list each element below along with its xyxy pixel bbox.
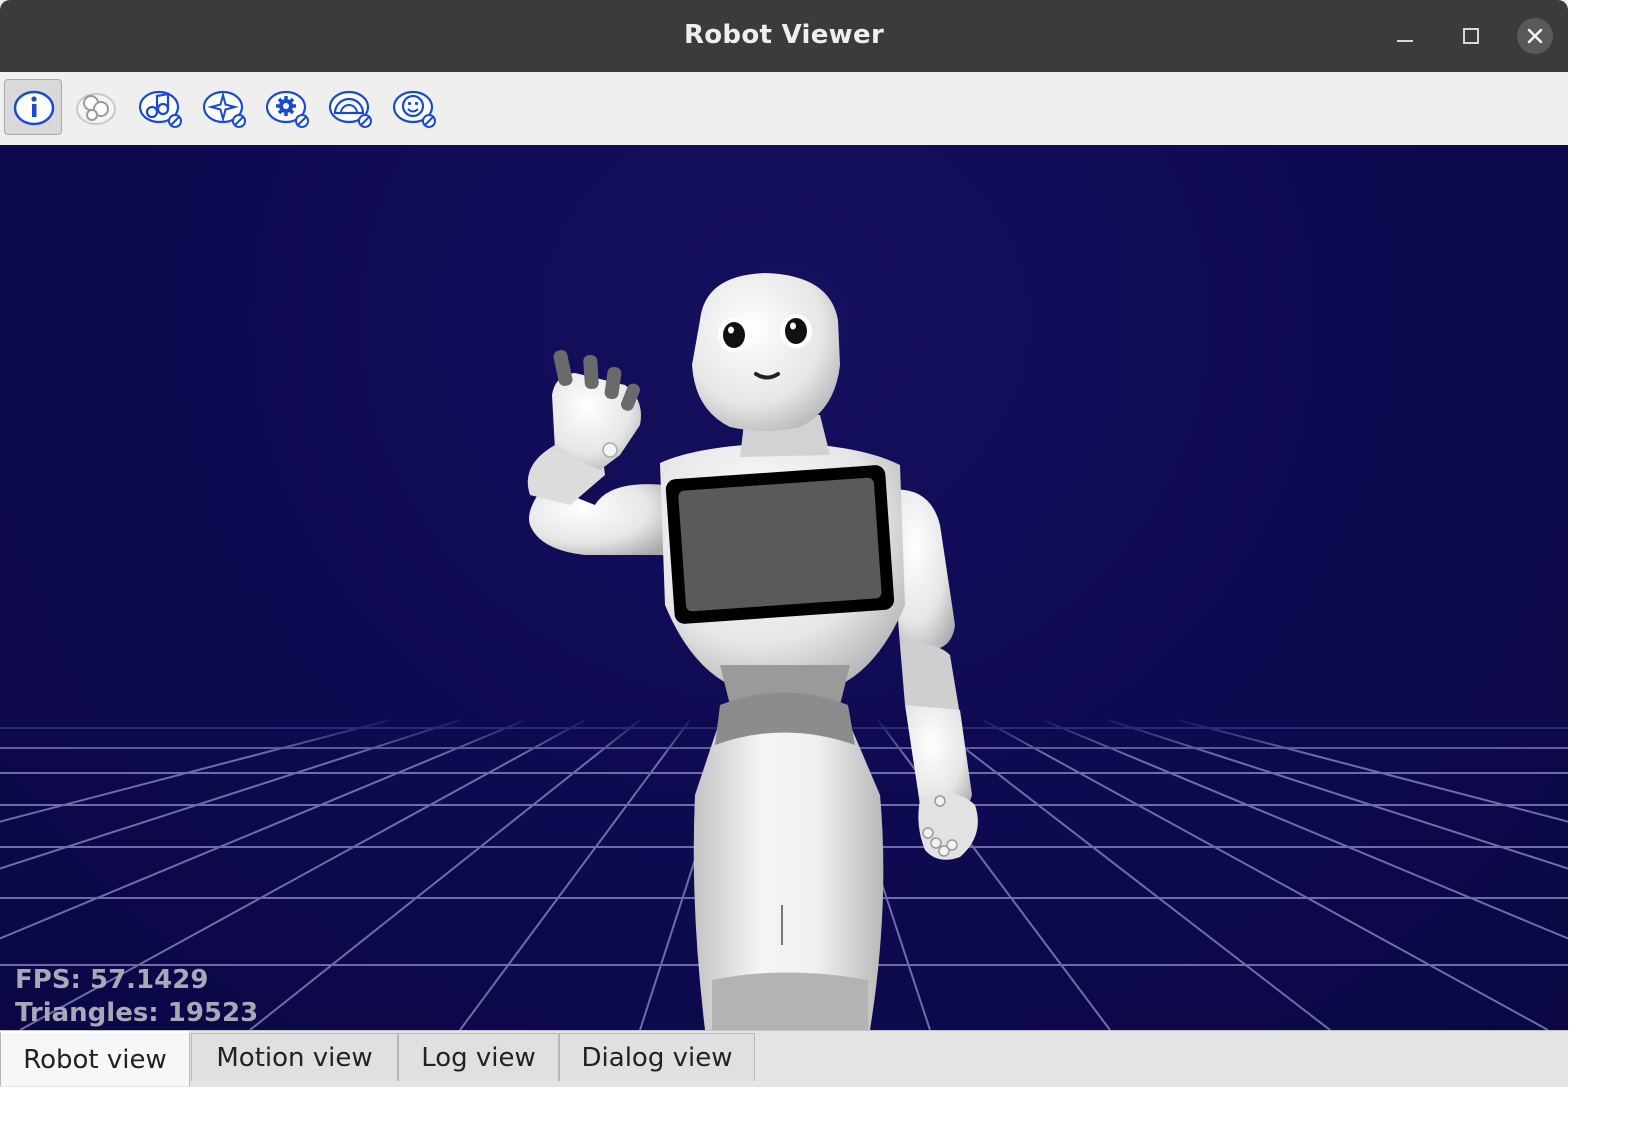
minimize-button[interactable] [1387,18,1423,54]
close-icon [1527,28,1543,44]
face-button[interactable] [384,79,442,135]
tab-robot-view[interactable]: Robot view [0,1031,190,1086]
music-note-icon [138,90,182,128]
music-button[interactable] [130,79,188,135]
info-button[interactable] [4,79,62,135]
smiley-face-icon [392,90,436,128]
gear-icon [265,90,309,128]
tablet-screen [665,465,895,624]
tab-dialog-view[interactable]: Dialog view [559,1033,755,1081]
view-tab-bar: Robot view Motion view Log view Dialog v… [0,1030,1568,1087]
robot-scene [0,273,1568,1030]
tab-motion-view[interactable]: Motion view [191,1033,398,1081]
info-icon [13,90,55,126]
tab-log-view[interactable]: Log view [398,1033,559,1081]
window-title: Robot Viewer [683,20,885,50]
close-button[interactable] [1517,18,1553,54]
triangle-counter: Triangles: 19523 [15,998,259,1028]
chat-button[interactable] [67,79,125,135]
sparkle-icon [202,90,246,128]
toolbar [0,72,1568,146]
sparkle-button[interactable] [194,79,252,135]
settings-button[interactable] [257,79,315,135]
maximize-button[interactable] [1452,18,1488,54]
title-bar[interactable]: Robot Viewer [0,0,1568,72]
fps-counter: FPS: 57.1429 [15,965,209,995]
3d-viewport[interactable]: FPS: 57.1429 Triangles: 19523 [0,145,1568,1030]
protractor-icon [328,90,372,128]
robot-model [527,273,978,1030]
robot-viewer-window: Robot Viewer FPS: 57.1429 Triangles: 195… [0,0,1568,1087]
chat-bubbles-icon [76,93,116,125]
protractor-button[interactable] [320,79,378,135]
